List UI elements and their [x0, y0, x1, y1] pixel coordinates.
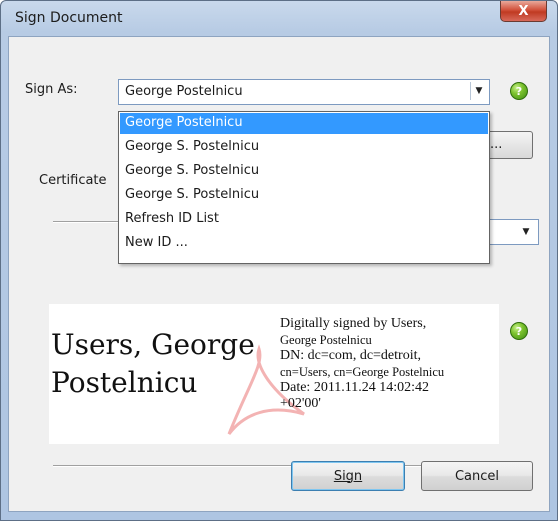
- signature-preview: Users, George Postelnicu Digitally signe…: [49, 304, 499, 444]
- dialog-body: Sign As: Certificate Users, George Poste…: [8, 36, 550, 512]
- appearance-combobox[interactable]: ▼: [488, 219, 539, 245]
- help-icon[interactable]: ?: [510, 322, 528, 340]
- close-button[interactable]: X: [500, 1, 547, 22]
- dropdown-item[interactable]: George S. Postelnicu: [120, 161, 488, 182]
- certificate-label: Certificate: [39, 173, 107, 188]
- title-bar[interactable]: Sign Document X: [1, 1, 557, 37]
- certificate-browse-button[interactable]: ...: [486, 131, 533, 159]
- signature-name-line1: Users, George: [51, 328, 255, 361]
- window-title: Sign Document: [15, 10, 123, 26]
- dropdown-item-new-id[interactable]: New ID ...: [120, 233, 488, 254]
- detail-line: George Postelnicu: [280, 333, 372, 347]
- dropdown-item-refresh[interactable]: Refresh ID List: [120, 209, 488, 230]
- signature-name-line2: Postelnicu: [51, 366, 198, 399]
- detail-line: +02'00': [280, 396, 321, 411]
- sign-as-label: Sign As:: [25, 82, 78, 97]
- cancel-button[interactable]: Cancel: [421, 461, 533, 491]
- signature-details: Digitally signed by Users, George Postel…: [280, 316, 502, 412]
- detail-line: DN: dc=com, dc=detroit,: [280, 348, 421, 363]
- chevron-down-icon[interactable]: ▼: [518, 223, 534, 241]
- sign-as-combobox[interactable]: George Postelnicu ▼: [118, 79, 490, 105]
- sign-as-value: George Postelnicu: [125, 84, 243, 99]
- dropdown-item[interactable]: George S. Postelnicu: [120, 185, 488, 206]
- chevron-down-icon[interactable]: ▼: [470, 82, 487, 100]
- detail-line: cn=Users, cn=George Postelnicu: [280, 365, 445, 379]
- help-icon[interactable]: ?: [510, 82, 528, 100]
- dropdown-item[interactable]: George Postelnicu: [120, 113, 488, 134]
- sign-as-dropdown-list[interactable]: George Postelnicu George S. Postelnicu G…: [118, 111, 490, 264]
- sign-button[interactable]: Sign: [291, 461, 405, 491]
- close-icon: X: [518, 3, 529, 19]
- dropdown-item[interactable]: George S. Postelnicu: [120, 137, 488, 158]
- detail-line: Date: 2011.11.24 14:02:42: [280, 380, 430, 395]
- detail-line: Digitally signed by Users,: [280, 316, 427, 331]
- signature-name: Users, George Postelnicu: [51, 326, 291, 402]
